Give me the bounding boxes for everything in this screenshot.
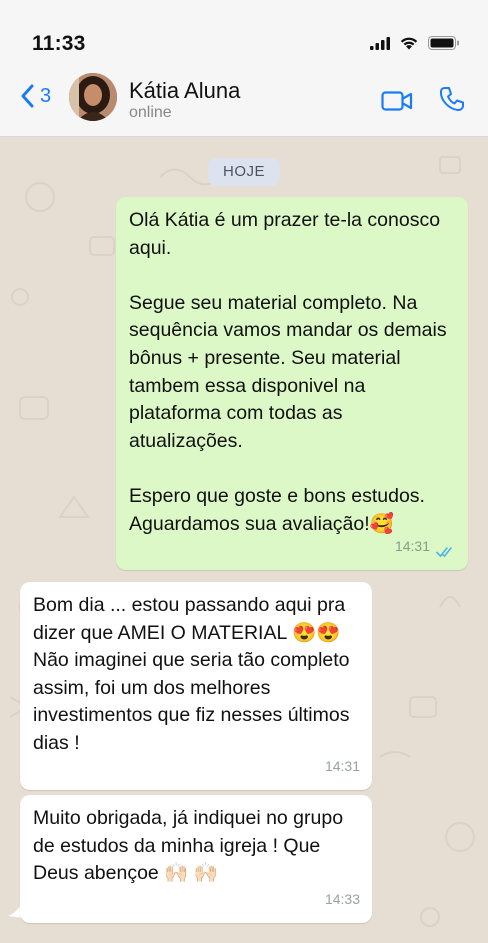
message-text: Bom dia ... estou passando aqui pra dize… <box>33 594 350 754</box>
message-text: Olá Kátia é um prazer te-la conosco aqui… <box>129 209 447 535</box>
battery-icon <box>428 36 459 50</box>
message-text: Muito obrigada, já indiquei no grupo de … <box>33 807 349 885</box>
signal-icon <box>370 36 390 50</box>
message-bubble-incoming[interactable]: Bom dia ... estou passando aqui pra dize… <box>20 582 372 790</box>
contact-name[interactable]: Kátia Aluna <box>129 78 240 104</box>
contact-status: online <box>129 104 172 121</box>
chat-area[interactable]: HOJE Olá Kátia é um prazer te-la conosco… <box>0 137 488 943</box>
message-time: 14:33 <box>324 891 360 908</box>
back-button[interactable]: 3 <box>20 84 51 108</box>
status-bar: 11:33 <box>0 0 488 68</box>
date-divider: HOJE <box>208 158 280 186</box>
message-bubble-outgoing[interactable]: Olá Kátia é um prazer te-la conosco aqui… <box>116 197 468 570</box>
status-icons <box>370 36 460 50</box>
phone-call-icon[interactable] <box>438 85 466 113</box>
chat-header: 3 Kátia Aluna online <box>0 68 488 137</box>
video-call-icon[interactable] <box>381 90 413 112</box>
status-time: 11:33 <box>32 32 86 55</box>
contact-photo <box>69 73 117 121</box>
unread-count: 3 <box>40 84 52 107</box>
message-time: 14:31 <box>394 538 430 555</box>
avatar[interactable] <box>69 73 117 121</box>
back-chevron-icon <box>21 84 34 108</box>
read-ticks-icon <box>436 547 452 558</box>
wifi-icon <box>400 37 418 50</box>
message-time: 14:31 <box>324 758 360 775</box>
message-bubble-incoming[interactable]: Muito obrigada, já indiquei no grupo de … <box>20 795 372 923</box>
